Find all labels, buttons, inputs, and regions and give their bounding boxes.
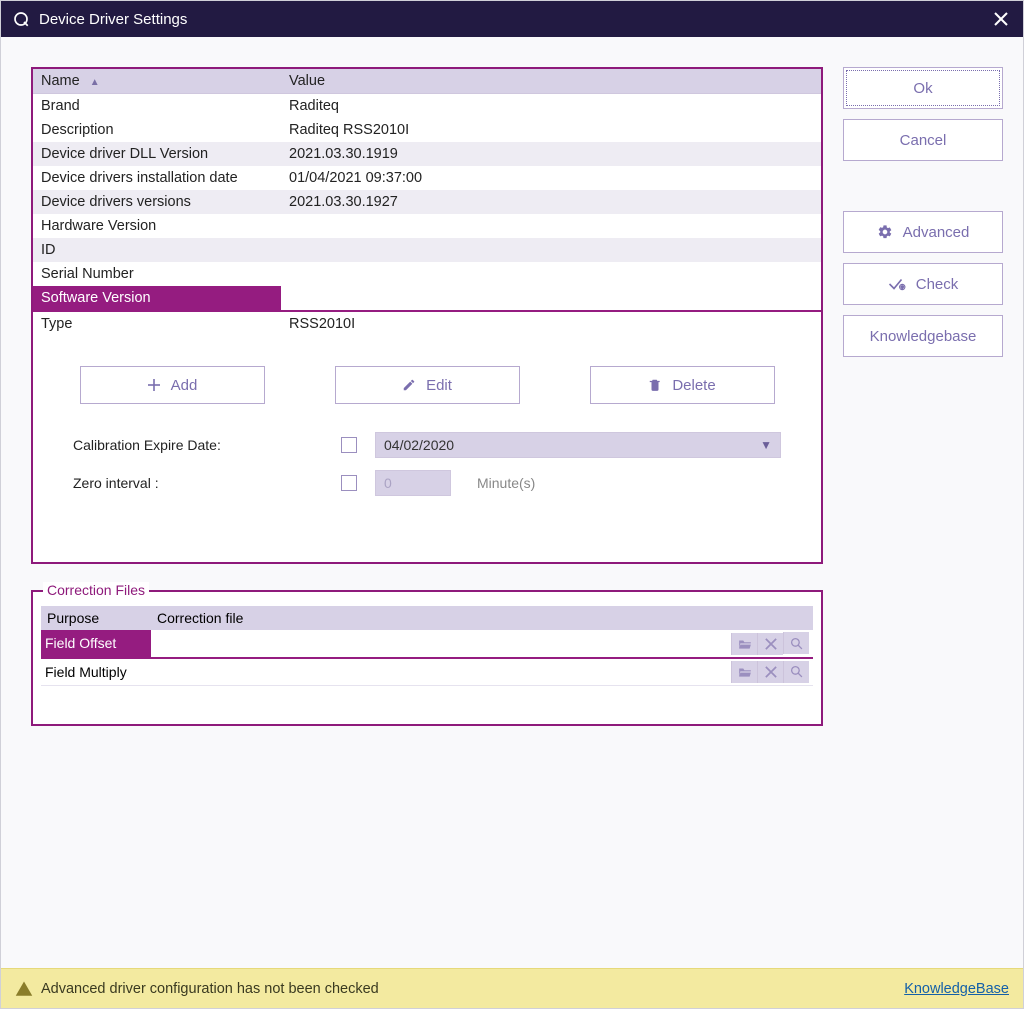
cf-col-file[interactable]: Correction file (151, 606, 713, 630)
status-message: Advanced driver configuration has not be… (41, 981, 379, 997)
app-logo-icon (11, 9, 31, 29)
property-value: 2021.03.30.1927 (281, 190, 821, 214)
window: Device Driver Settings Name ▲ Value (0, 0, 1024, 1009)
property-value (281, 238, 821, 262)
ok-button[interactable]: Ok (843, 67, 1003, 109)
correction-files-panel: Correction Files Purpose Correction file… (31, 590, 823, 726)
properties-table: Name ▲ Value BrandRaditeqDescriptionRadi… (33, 69, 821, 336)
pencil-icon (402, 378, 416, 392)
table-row[interactable]: Device drivers installation date01/04/20… (33, 166, 821, 190)
cf-purpose: Field Multiply (41, 658, 151, 686)
calibration-label: Calibration Expire Date: (73, 437, 323, 453)
zero-interval-row: Zero interval : 0 Minute(s) (53, 464, 801, 502)
trash-icon (648, 378, 662, 392)
property-name: ID (33, 238, 281, 262)
calibration-row: Calibration Expire Date: 04/02/2020 ▼ (53, 426, 801, 464)
cf-col-purpose[interactable]: Purpose (41, 606, 151, 630)
property-name: Device drivers installation date (33, 166, 281, 190)
table-row[interactable]: Device drivers versions2021.03.30.1927 (33, 190, 821, 214)
cf-purpose: Field Offset (41, 630, 151, 658)
table-row[interactable]: TypeRSS2010I (33, 311, 821, 336)
cancel-button[interactable]: Cancel (843, 119, 1003, 161)
dialog-body: Name ▲ Value BrandRaditeqDescriptionRadi… (1, 37, 1023, 968)
calibration-checkbox[interactable] (341, 437, 357, 453)
property-name: Device driver DLL Version (33, 142, 281, 166)
property-name: Type (33, 311, 281, 336)
properties-buttons: Add Edit Delete (33, 336, 821, 422)
sort-asc-icon: ▲ (90, 77, 100, 88)
window-title: Device Driver Settings (39, 11, 987, 28)
zero-interval-input[interactable]: 0 (375, 470, 451, 496)
status-bar: Advanced driver configuration has not be… (1, 968, 1023, 1008)
table-row[interactable]: Device driver DLL Version2021.03.30.1919 (33, 142, 821, 166)
chevron-down-icon: ▼ (760, 438, 772, 452)
property-value (281, 262, 821, 286)
property-value: 01/04/2021 09:37:00 (281, 166, 821, 190)
property-name: Hardware Version (33, 214, 281, 238)
check-button[interactable]: ? Check (843, 263, 1003, 305)
property-value: RSS2010I (281, 311, 821, 336)
zero-interval-label: Zero interval : (73, 475, 323, 491)
folder-open-icon[interactable] (731, 633, 757, 655)
check-icon: ? (888, 277, 906, 291)
close-icon[interactable] (987, 5, 1015, 33)
side-column: Ok Cancel Advanced ? Check Knowledgebase (833, 37, 1023, 968)
property-value: Raditeq (281, 94, 821, 119)
table-row[interactable]: Hardware Version (33, 214, 821, 238)
gear-icon (877, 224, 893, 240)
folder-open-icon[interactable] (731, 661, 757, 683)
zero-interval-unit: Minute(s) (477, 475, 535, 491)
search-icon[interactable] (783, 661, 809, 683)
property-name: Software Version (33, 286, 281, 311)
plus-icon (147, 378, 161, 392)
main-column: Name ▲ Value BrandRaditeqDescriptionRadi… (1, 37, 833, 968)
property-value: Raditeq RSS2010I (281, 118, 821, 142)
correction-row[interactable]: Field Multiply (41, 658, 813, 686)
table-row[interactable]: ID (33, 238, 821, 262)
zero-interval-checkbox[interactable] (341, 475, 357, 491)
titlebar: Device Driver Settings (1, 1, 1023, 37)
property-name: Brand (33, 94, 281, 119)
delete-button[interactable]: Delete (590, 366, 775, 404)
property-value (281, 286, 821, 311)
cf-file (151, 658, 713, 686)
property-name: Description (33, 118, 281, 142)
advanced-button[interactable]: Advanced (843, 211, 1003, 253)
warning-icon (15, 980, 33, 998)
property-name: Serial Number (33, 262, 281, 286)
clear-icon[interactable] (757, 661, 783, 683)
correction-files-legend: Correction Files (43, 582, 149, 598)
table-row[interactable]: DescriptionRaditeq RSS2010I (33, 118, 821, 142)
correction-files-table: Purpose Correction file Field OffsetFiel… (41, 606, 813, 686)
clear-icon[interactable] (757, 633, 783, 655)
add-button[interactable]: Add (80, 366, 265, 404)
table-row[interactable]: Serial Number (33, 262, 821, 286)
col-header-name[interactable]: Name ▲ (33, 69, 281, 94)
edit-button[interactable]: Edit (335, 366, 520, 404)
table-row[interactable]: Software Version (33, 286, 821, 311)
col-header-value[interactable]: Value (281, 69, 821, 94)
cf-file (151, 630, 713, 658)
property-value: 2021.03.30.1919 (281, 142, 821, 166)
extra-fields: Calibration Expire Date: 04/02/2020 ▼ Ze… (33, 422, 821, 562)
properties-panel: Name ▲ Value BrandRaditeqDescriptionRadi… (31, 67, 823, 564)
calibration-date-input[interactable]: 04/02/2020 ▼ (375, 432, 781, 458)
table-row[interactable]: BrandRaditeq (33, 94, 821, 119)
status-knowledgebase-link[interactable]: KnowledgeBase (904, 981, 1009, 997)
search-icon[interactable] (783, 632, 809, 654)
correction-row[interactable]: Field Offset (41, 630, 813, 658)
property-name: Device drivers versions (33, 190, 281, 214)
knowledgebase-button[interactable]: Knowledgebase (843, 315, 1003, 357)
property-value (281, 214, 821, 238)
